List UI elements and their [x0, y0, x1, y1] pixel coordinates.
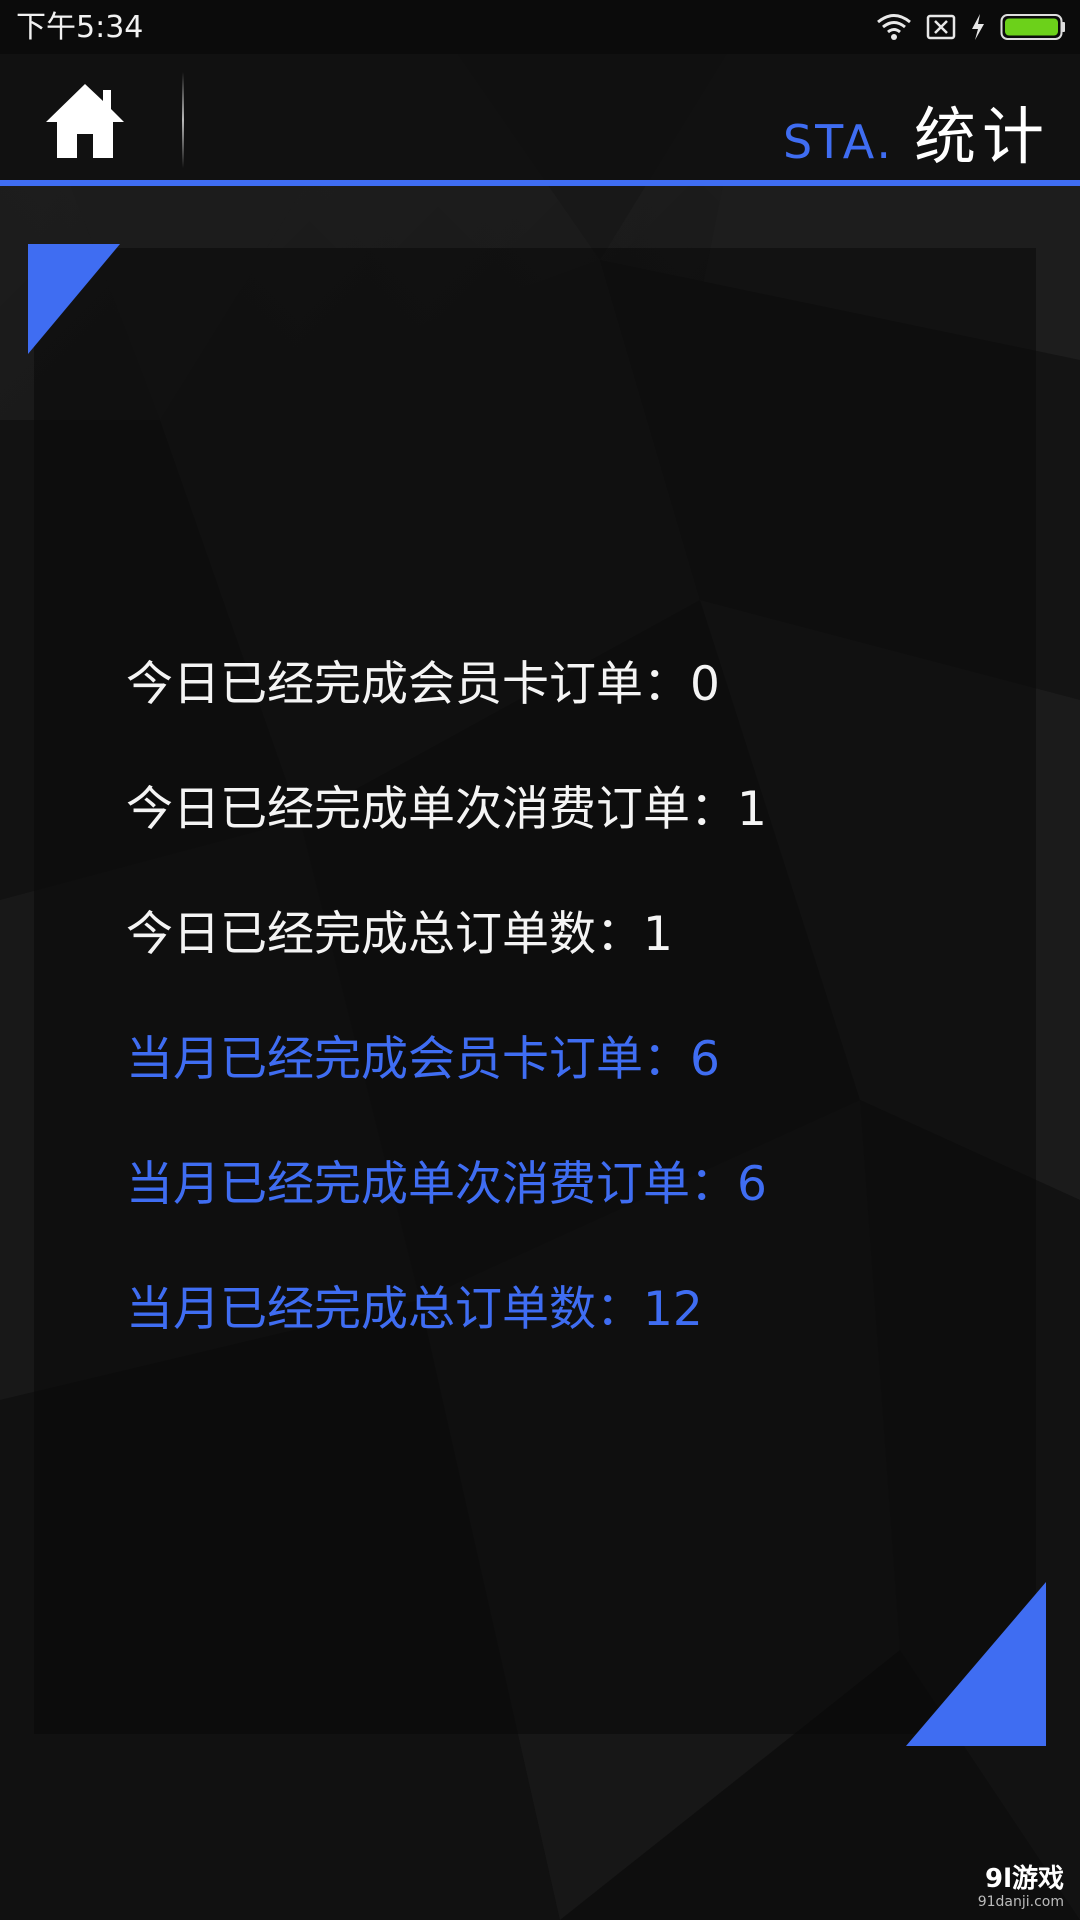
stat-label: 今日已经完成会员卡订单：: [126, 657, 690, 712]
battery-icon: [1000, 14, 1065, 40]
stat-value: 12: [643, 1282, 703, 1337]
stat-value: 1: [737, 782, 767, 837]
stat-value: 6: [737, 1157, 767, 1212]
sim-off-icon: [926, 14, 956, 40]
home-icon: [46, 84, 124, 158]
stat-month-total-orders: 当月已经完成总订单数：12: [126, 1275, 767, 1400]
watermark-logo: 9l游戏: [984, 1864, 1064, 1894]
stat-label: 当月已经完成单次消费订单：: [126, 1157, 737, 1212]
stat-today-membership-orders: 今日已经完成会员卡订单：0: [126, 650, 767, 775]
app-screen: 下午5:34 STA. 统计 今日已经完成会员卡订单：0 今日已经完成单次消费订…: [0, 0, 1080, 1920]
stat-label: 今日已经完成总订单数：: [126, 907, 643, 962]
watermark: 9l游戏 91danji.com: [978, 1864, 1064, 1910]
stat-month-single-orders: 当月已经完成单次消费订单：6: [126, 1150, 767, 1275]
stat-value: 6: [690, 1032, 720, 1087]
page-title-en: STA.: [782, 115, 894, 169]
page-title-cn: 统计: [913, 100, 1050, 173]
stat-label: 今日已经完成单次消费订单：: [126, 782, 737, 837]
stat-today-single-orders: 今日已经完成单次消费订单：1: [126, 775, 767, 900]
stat-value: 0: [690, 657, 720, 712]
status-time: 下午5:34: [16, 10, 144, 45]
stats-list: 今日已经完成会员卡订单：0 今日已经完成单次消费订单：1 今日已经完成总订单数：…: [126, 650, 767, 1400]
header-accent-line: [0, 180, 1080, 186]
wifi-icon: [877, 14, 911, 40]
corner-triangle-bottom-right: [906, 1582, 1046, 1746]
stat-today-total-orders: 今日已经完成总订单数：1: [126, 900, 767, 1025]
status-icons: [876, 9, 1066, 45]
header-divider: [182, 72, 184, 168]
corner-triangle-top-left: [28, 244, 120, 354]
page-title: STA. 统计: [783, 86, 1050, 176]
stat-label: 当月已经完成总订单数：: [126, 1282, 643, 1337]
charging-icon: [972, 14, 984, 40]
stat-label: 当月已经完成会员卡订单：: [126, 1032, 690, 1087]
stat-month-membership-orders: 当月已经完成会员卡订单：6: [126, 1025, 767, 1150]
watermark-url: 91danji.com: [977, 1894, 1064, 1910]
stat-value: 1: [643, 907, 673, 962]
app-header: STA. 统计: [0, 54, 1080, 180]
status-bar: 下午5:34: [0, 0, 1080, 54]
home-button[interactable]: [44, 82, 126, 160]
